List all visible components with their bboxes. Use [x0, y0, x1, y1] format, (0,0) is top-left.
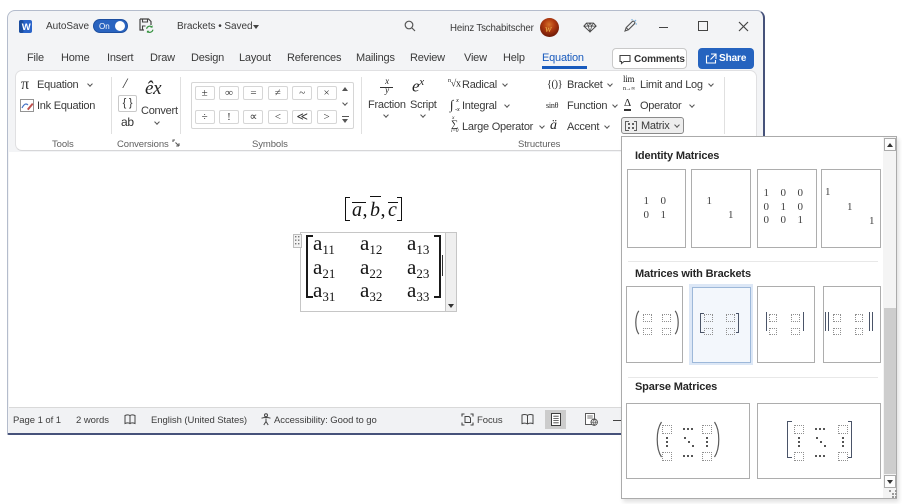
svg-text:W: W [22, 22, 31, 33]
